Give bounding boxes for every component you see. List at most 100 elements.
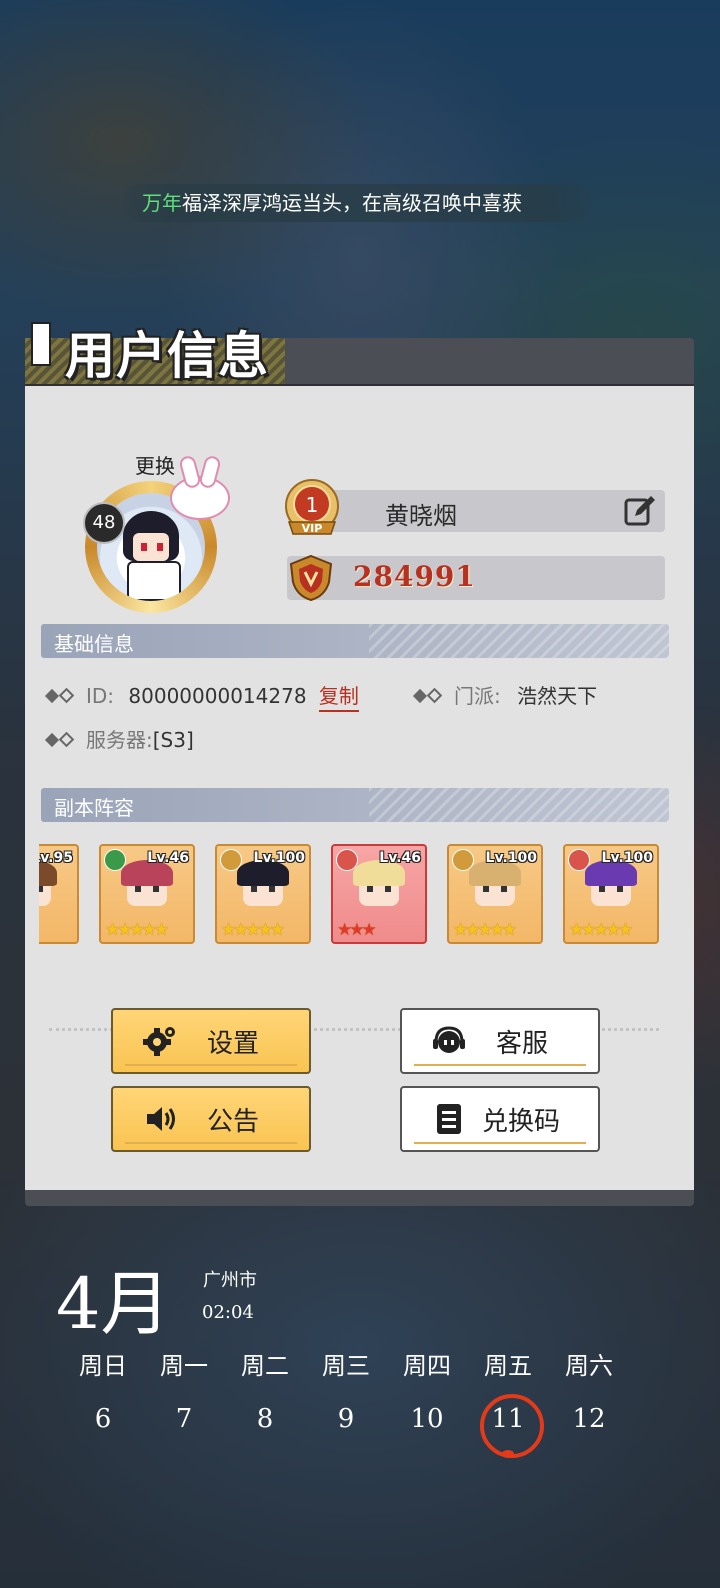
hero-level: Lv.100 (485, 850, 537, 866)
calendar-day: 8 (256, 1404, 274, 1434)
hero-stars: ★★★★★ (221, 920, 285, 940)
calendar-day: 6 (94, 1404, 112, 1434)
calendar-month: 4月 (56, 1263, 171, 1345)
bullet-icon (58, 731, 75, 748)
calendar-time: 02:04 (202, 1302, 254, 1323)
id-label: ID: (86, 684, 115, 708)
speaker-icon (147, 1107, 175, 1131)
hero-card[interactable]: Lv.95★★★ (39, 844, 79, 944)
announcement-marquee: 万年福泽深厚鸿运当头，在高级召唤中喜获 (122, 184, 592, 222)
bullet-icon (426, 687, 443, 704)
hero-eyes (367, 886, 391, 892)
basic-info-header: 基础信息 (41, 624, 669, 658)
calendar-city: 广州市 (203, 1270, 257, 1291)
today-marker-tail (502, 1450, 514, 1458)
server-value: [S3] (152, 728, 194, 752)
hero-eyes (483, 886, 507, 892)
portrait-body (127, 561, 181, 601)
basic-info-title: 基础信息 (54, 632, 134, 656)
vip-badge-icon: 1 VIP (285, 479, 339, 535)
hero-card[interactable]: Lv.100 ★★★★★ (447, 844, 543, 944)
notice-label: 公告 (207, 1107, 260, 1137)
notice-button[interactable]: 公告 (111, 1086, 311, 1152)
dialog-body: 更换 48 黄晓烟 1 VIP 284991 基础信息 ID: 80000000… (25, 384, 694, 1198)
id-value: 80000000014278 (128, 684, 307, 708)
hero-card[interactable]: Lv.46 ★★★ (331, 844, 427, 944)
dialog-footer (25, 1190, 694, 1206)
hero-card[interactable]: Lv.100 ★★★★★ (215, 844, 311, 944)
id-row: ID: 80000000014278 复制 (44, 680, 359, 712)
avatar-level-badge: 48 (83, 502, 125, 544)
marquee-text: 福泽深厚鸿运当头，在高级召唤中喜获 (182, 191, 522, 215)
combat-power-icon (289, 554, 333, 602)
edit-name-icon[interactable] (623, 494, 657, 528)
hero-level: Lv.46 (147, 850, 189, 866)
calendar-day: 10 (410, 1404, 444, 1434)
today-marker (480, 1394, 544, 1458)
hero-eyes (135, 886, 159, 892)
calendar-weekday: 周日 (79, 1352, 127, 1380)
title-mark (31, 322, 51, 366)
bullet-icon (58, 687, 75, 704)
hero-eyes (39, 886, 43, 892)
calendar-day: 7 (175, 1404, 193, 1434)
book-icon (437, 1104, 461, 1134)
copy-id-button[interactable]: 复制 (318, 684, 359, 712)
lineup-title: 副本阵容 (54, 796, 134, 820)
calendar-weekday: 周五 (484, 1352, 532, 1380)
server-label: 服务器: (86, 728, 153, 752)
customer-service-button[interactable]: 客服 (400, 1008, 600, 1074)
dialog-title: 用户信息 (65, 327, 269, 385)
combat-power-value: 284991 (353, 560, 476, 593)
button-underline (414, 1064, 586, 1066)
combat-power-bar: 284991 (287, 554, 665, 602)
sect-label: 门派: (454, 684, 501, 708)
customer-service-label: 客服 (496, 1029, 549, 1059)
hero-stars: ★★★ (337, 920, 377, 940)
calendar-weekday: 周六 (565, 1352, 613, 1380)
hero-stars: ★★★★★ (569, 920, 633, 940)
portrait-eye (157, 543, 163, 551)
vip-level: 1 (306, 493, 319, 517)
calendar-weekday: 周三 (322, 1352, 370, 1380)
hero-stars: ★★★★★ (453, 920, 517, 940)
calendar-weekday: 周四 (403, 1352, 451, 1380)
redeem-code-label: 兑换码 (482, 1107, 561, 1137)
server-row: 服务器:[S3] (44, 724, 194, 753)
bullet-icon (44, 732, 60, 748)
hero-level: Lv.100 (253, 850, 305, 866)
calendar-weekday: 周一 (160, 1352, 208, 1380)
button-underline (125, 1064, 297, 1066)
bullet-icon (44, 688, 60, 704)
change-avatar-label[interactable]: 更换 (135, 450, 175, 479)
hero-level: Lv.95 (39, 850, 73, 866)
hero-lineup-list: Lv.95★★★Lv.46★★★★★Lv.100★★★★★Lv.46★★★Lv.… (39, 844, 675, 944)
hero-level: Lv.46 (379, 850, 421, 866)
bunny-ornament-icon (170, 476, 230, 520)
hero-card[interactable]: Lv.46 ★★★★★ (99, 844, 195, 944)
hero-level: Lv.100 (601, 850, 653, 866)
settings-button[interactable]: 设置 (111, 1008, 311, 1074)
portrait-face (133, 533, 169, 561)
headset-icon (433, 1026, 465, 1053)
lineup-header: 副本阵容 (41, 788, 669, 822)
gear-icon (143, 1027, 175, 1056)
sect-row: 门派: 浩然天下 (412, 680, 598, 709)
calendar-day: 9 (337, 1404, 355, 1434)
settings-label: 设置 (207, 1029, 260, 1059)
hero-stars: ★★★★★ (105, 920, 169, 940)
sect-value: 浩然天下 (517, 684, 598, 708)
portrait-eye (141, 543, 147, 551)
bullet-icon (412, 688, 428, 704)
calendar-day: 12 (572, 1404, 606, 1434)
hero-card[interactable]: Lv.100 ★★★★★ (563, 844, 659, 944)
hero-eyes (599, 886, 623, 892)
vip-label: VIP (302, 522, 323, 535)
player-name: 黄晓烟 (385, 502, 457, 530)
button-underline (414, 1142, 586, 1144)
marquee-highlight: 万年 (142, 191, 182, 215)
redeem-code-button[interactable]: 兑换码 (400, 1086, 600, 1152)
user-info-dialog: 用户信息 更换 48 黄晓烟 1 VIP 284991 基础信息 ID: 800… (25, 322, 694, 1208)
player-name-bar: 黄晓烟 (321, 490, 665, 532)
hero-eyes (251, 886, 275, 892)
